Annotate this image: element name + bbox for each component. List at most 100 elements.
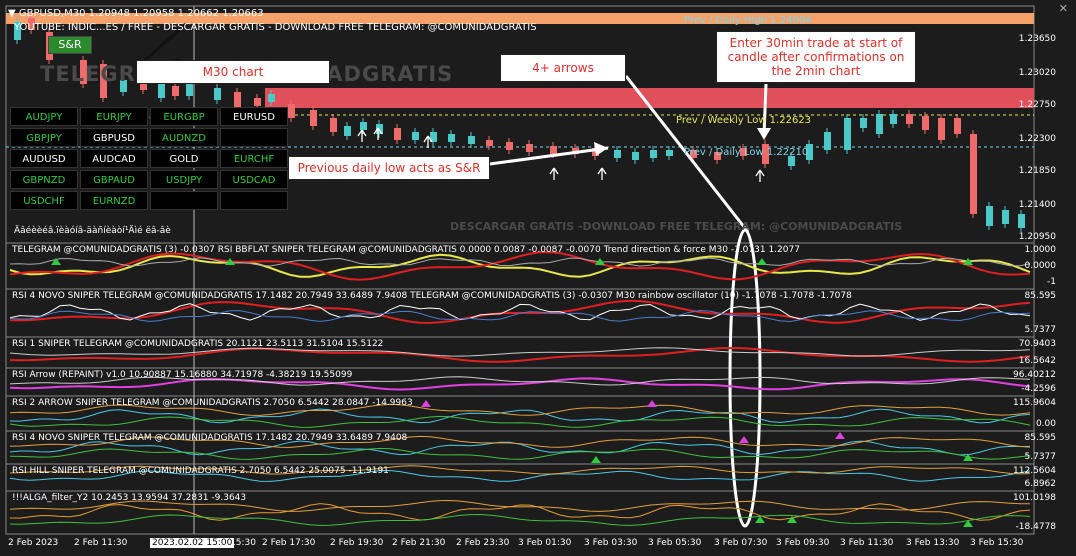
pane-title: RSI 4 NOVO SNIPER TELEGRAM @COMUNIDADGRA… <box>12 433 408 443</box>
symbol-button[interactable]: EURJPY <box>80 107 148 126</box>
pane-scale-label: 96.40212 <box>1013 370 1056 380</box>
indicator-arrow-icon <box>739 436 749 443</box>
candle <box>922 116 929 130</box>
pane-scale-label: 70.9403 <box>1018 339 1056 349</box>
garbled-label: Äâéèèéâ.ïèàóíâ-äàñíèàòí¹Äìé ëâ-âè <box>14 226 171 236</box>
symbol-button[interactable]: GBPJPY <box>10 128 78 147</box>
candle <box>876 114 883 134</box>
candle <box>310 110 317 126</box>
time-tick: 2 Feb 19:30 <box>330 538 384 548</box>
time-tick: 2 Feb 17:30 <box>262 538 316 548</box>
indicator-trace <box>9 347 1031 357</box>
pane-title: RSI 1 SNIPER TELEGRAM @COMUNIDADGRATIS 2… <box>12 339 384 349</box>
snr-button[interactable]: S&R <box>48 36 92 54</box>
pane-title: TELEGRAM @COMUNIDADGRATIS (3) -0.0307 RS… <box>12 245 800 255</box>
pane-scale-label: -1 <box>1047 277 1056 287</box>
pane-scale-label: 112.5604 <box>1013 466 1056 476</box>
symbol-button[interactable]: EURGBP <box>150 107 218 126</box>
candle <box>268 94 275 102</box>
time-tick: 2023.02.02 15:00 <box>150 538 235 548</box>
indicator-arrow-icon <box>591 456 601 463</box>
time-tick: 2 Feb 11:30 <box>74 538 128 548</box>
symbol-button[interactable]: GOLD <box>150 149 218 168</box>
time-tick: 3 Feb 03:30 <box>584 538 638 548</box>
symbol-button[interactable]: EURCHF <box>220 149 288 168</box>
candle <box>394 128 401 140</box>
signal-arrow-icon <box>597 167 607 180</box>
candle <box>254 98 261 106</box>
time-tick: 2 Feb 21:30 <box>392 538 446 548</box>
symbol-quote: GBPUSD,M30 1.20948 1.20958 1.20662 1.206… <box>18 8 264 19</box>
symbol-button[interactable]: GBPUSD <box>80 128 148 147</box>
pane-scale-label: 1.0000 <box>1024 245 1057 255</box>
price-tick: 1.22300 <box>1018 134 1056 144</box>
price-tick: 1.22750 <box>1018 100 1056 110</box>
close-icon[interactable]: ✕ <box>1059 2 1068 15</box>
pane-scale-label: 16.5642 <box>1018 356 1056 366</box>
pane-title: !!!ALGA_filter_Y2 10.2453 13.9594 37.283… <box>12 493 247 503</box>
symbol-button[interactable]: AUDUSD <box>10 149 78 168</box>
pane-title: RSI 4 NOVO SNIPER TELEGRAM @COMUNIDADGRA… <box>12 291 852 301</box>
pane-scale-label: -18.4778 <box>1015 522 1056 532</box>
price-tick: 1.23650 <box>1018 34 1056 44</box>
pane-scale-label: -4.2596 <box>1021 384 1056 394</box>
candle <box>650 150 657 158</box>
signal-arrow-icon <box>755 169 765 182</box>
pane-scale-label: 0.00 <box>1035 419 1056 429</box>
symbol-header: ▼ GBPUSD,M30 1.20948 1.20958 1.20662 1.2… <box>8 8 264 19</box>
symbol-button[interactable] <box>150 191 218 210</box>
time-tick: 3 Feb 01:30 <box>518 538 572 548</box>
time-tick: 3 Feb 07:30 <box>714 538 768 548</box>
symbol-button[interactable] <box>220 128 288 147</box>
symbol-button[interactable]: AUDCAD <box>80 149 148 168</box>
candle <box>360 122 367 130</box>
indicator-trace <box>9 447 1031 460</box>
pane-scale-label: 0.0000 <box>1024 261 1057 271</box>
candle <box>288 104 295 118</box>
pane-scale-label: 101.0198 <box>1013 493 1056 503</box>
candle <box>486 140 493 146</box>
candle <box>172 86 179 96</box>
annotation-arrowhead <box>757 128 771 140</box>
symbol-switcher: AUDJPY EURJPY EURGBP EURUSD GBPJPY GBPUSD AUDN… <box>10 107 288 210</box>
price-tick: 1.23020 <box>1018 68 1056 78</box>
symbol-button[interactable]: AUDNZD <box>150 128 218 147</box>
indicator-trace <box>9 377 1031 391</box>
price-tick: 1.20950 <box>1018 232 1056 242</box>
symbol-button[interactable]: EURNZD <box>80 191 148 210</box>
symbol-button[interactable]: USDCHF <box>10 191 78 210</box>
candle <box>214 88 221 100</box>
indicator-arrow-icon <box>421 400 431 407</box>
time-tick: 2 Feb 23:30 <box>456 538 510 548</box>
candle <box>614 150 621 158</box>
candle <box>938 118 945 140</box>
time-tick: 15:30 <box>230 538 256 548</box>
candle <box>970 134 977 214</box>
pane-scale-label: 5.7377 <box>1024 452 1057 462</box>
annotation-arrows: 4+ arrows <box>500 54 626 82</box>
symbol-button[interactable]: USDJPY <box>150 170 218 189</box>
pane-title: RSI 2 ARROW SNIPER TELEGRAM @COMUNIDADGR… <box>12 398 413 408</box>
indicator-trace <box>9 346 1031 363</box>
signal-arrow-icon <box>357 129 367 142</box>
symbol-button[interactable]: AUDJPY <box>10 107 78 126</box>
mt4-chart-window: ▼ GBPUSD,M30 1.20948 1.20958 1.20662 1.2… <box>0 0 1076 556</box>
annotation-pointer <box>489 146 609 166</box>
symbol-button[interactable]: USDCAD <box>220 170 288 189</box>
time-tick: 2 Feb 2023 <box>8 538 59 548</box>
daily-high-label: Prev / Daily High 1.24004 <box>684 15 812 26</box>
signal-arrow-icon <box>549 167 559 180</box>
symbol-button[interactable]: GBPAUD <box>80 170 148 189</box>
candle <box>506 142 513 150</box>
candle <box>890 114 897 124</box>
collapse-arrow-icon[interactable]: ▼ <box>8 8 16 19</box>
watermark-download: DESCARGAR GRATIS -DOWNLOAD FREE TELEGRAM… <box>450 220 903 233</box>
pane-scale-label: 85.595 <box>1024 433 1057 443</box>
candle <box>526 144 533 152</box>
time-tick: 3 Feb 13:30 <box>906 538 960 548</box>
candle <box>824 132 831 150</box>
candle <box>860 118 867 128</box>
symbol-button[interactable]: EURUSD <box>220 107 288 126</box>
symbol-button[interactable] <box>220 191 288 210</box>
symbol-button[interactable]: GBPNZD <box>10 170 78 189</box>
